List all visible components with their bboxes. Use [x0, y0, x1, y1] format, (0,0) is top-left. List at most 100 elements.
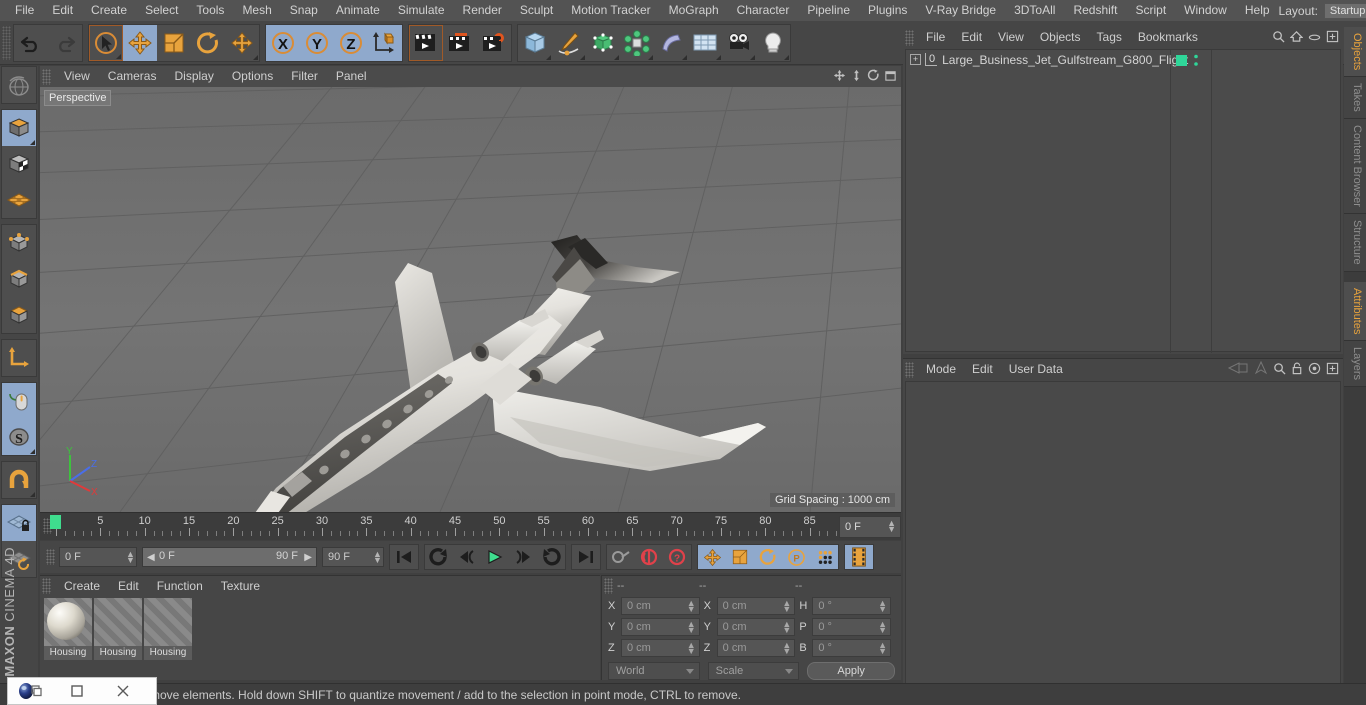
point-mode-button[interactable] [2, 225, 36, 261]
rotate-view-icon[interactable] [867, 69, 880, 85]
material-item[interactable]: Housing [94, 598, 142, 660]
model-mode-button[interactable] [2, 110, 36, 146]
restore-window-button[interactable] [8, 678, 54, 704]
menu-item-file[interactable]: File [6, 0, 43, 21]
layout-dropdown[interactable]: Startup [1323, 2, 1366, 19]
scale-tool-button[interactable] [157, 24, 191, 61]
material-item[interactable]: Housing [144, 598, 192, 660]
eye-icon[interactable] [1308, 30, 1321, 46]
spinner-icon[interactable]: ▲ ▼ [687, 599, 696, 614]
attribute-grip[interactable] [905, 361, 914, 378]
rotate-tool-button[interactable] [191, 24, 225, 61]
material-item[interactable]: Housing [44, 598, 92, 660]
menu-item-mesh[interactable]: Mesh [233, 0, 280, 21]
y-axis-lock-button[interactable]: Y [300, 24, 334, 61]
attribute-menu-edit[interactable]: Edit [964, 359, 1001, 380]
menu-item-v-ray-bridge[interactable]: V-Ray Bridge [916, 0, 1005, 21]
next-icon[interactable] [1254, 360, 1268, 378]
texture-mode-button[interactable] [2, 146, 36, 182]
spinner-icon[interactable]: ▲ ▼ [126, 550, 135, 565]
go-to-start-button[interactable] [390, 545, 418, 569]
coord-pos-input[interactable]: 0 cm ▲ ▼ [621, 639, 700, 657]
key-rotation-button[interactable] [754, 545, 782, 569]
menu-item-character[interactable]: Character [728, 0, 799, 21]
menu-item-create[interactable]: Create [82, 0, 136, 21]
menu-item-animate[interactable]: Animate [327, 0, 389, 21]
spinner-icon[interactable]: ▲ ▼ [878, 641, 887, 656]
enable-snap-button[interactable]: S [2, 419, 36, 455]
object-menu-edit[interactable]: Edit [953, 27, 990, 48]
prev-icon[interactable] [1227, 361, 1249, 378]
move-tool-button[interactable] [123, 24, 157, 61]
coord-rot-input[interactable]: 0 ° ▲ ▼ [812, 618, 892, 636]
menu-item-window[interactable]: Window [1175, 0, 1236, 21]
viewport-menu-view[interactable]: View [55, 66, 99, 87]
timeline-ruler-bar[interactable]: 051015202530354045505560657075808590 0 F… [40, 512, 901, 540]
record-active-objects-button[interactable] [607, 545, 635, 569]
menu-item-motion-tracker[interactable]: Motion Tracker [562, 0, 659, 21]
search-icon[interactable] [1273, 362, 1286, 378]
make-editable-button[interactable] [2, 67, 36, 103]
object-menu-view[interactable]: View [990, 27, 1032, 48]
tab-attributes[interactable]: Attributes [1344, 281, 1366, 342]
range-left-arrow-icon[interactable]: ◀ [147, 552, 155, 563]
viewport-menu-options[interactable]: Options [223, 66, 282, 87]
material-menu-edit[interactable]: Edit [109, 576, 148, 596]
coordinate-grip[interactable] [604, 578, 613, 594]
autokey-button[interactable] [635, 545, 663, 569]
transport-grip[interactable] [46, 549, 55, 565]
lock-icon[interactable] [1291, 362, 1303, 378]
viewport-menu-display[interactable]: Display [165, 66, 222, 87]
viewport-menu-panel[interactable]: Panel [327, 66, 376, 87]
spinner-icon[interactable]: ▲ ▼ [782, 641, 791, 656]
axis-modify-button[interactable] [2, 340, 36, 376]
render-settings-button[interactable] [477, 24, 511, 61]
coordinate-system-dropdown[interactable]: World [608, 662, 700, 680]
coord-size-input[interactable]: 0 cm ▲ ▼ [716, 639, 796, 657]
lock-workplane-button[interactable] [2, 505, 36, 541]
undo-button[interactable] [14, 24, 48, 61]
tab-objects[interactable]: Objects [1344, 27, 1366, 78]
coord-size-input[interactable]: 0 cm ▲ ▼ [716, 618, 796, 636]
toolbar-grip[interactable] [2, 25, 11, 60]
menu-item-render[interactable]: Render [454, 0, 511, 21]
menu-item-tools[interactable]: Tools [187, 0, 233, 21]
spinner-icon[interactable]: ▲ ▼ [878, 620, 887, 635]
play-reverse-loop-button[interactable] [425, 545, 453, 569]
keyframe-selection-button[interactable]: ? [663, 545, 691, 569]
material-thumbnail[interactable] [94, 598, 142, 646]
step-back-button[interactable] [453, 545, 481, 569]
apply-button[interactable]: Apply [807, 662, 895, 680]
zoom-view-icon[interactable] [850, 69, 863, 85]
attribute-menu-user-data[interactable]: User Data [1001, 359, 1071, 380]
spinner-icon[interactable]: ▲ ▼ [687, 641, 696, 656]
menu-item-script[interactable]: Script [1126, 0, 1175, 21]
material-menu-texture[interactable]: Texture [212, 576, 269, 596]
current-frame-input[interactable]: 0 F ▲ ▼ [59, 547, 137, 567]
go-to-end-button[interactable] [572, 545, 600, 569]
redo-button[interactable] [48, 24, 82, 61]
viewport-menu-cameras[interactable]: Cameras [99, 66, 166, 87]
spinner-icon[interactable]: ▲ ▼ [687, 620, 696, 635]
menu-item-select[interactable]: Select [136, 0, 187, 21]
object-row[interactable]: +0 Large_Business_Jet_Gulfstream_G800_Fli… [906, 50, 1340, 69]
polygon-mode-button[interactable] [2, 297, 36, 333]
live-selection-button[interactable] [89, 24, 123, 61]
tab-takes[interactable]: Takes [1344, 77, 1366, 120]
x-axis-lock-button[interactable]: X [266, 24, 300, 61]
menu-item-edit[interactable]: Edit [43, 0, 82, 21]
home-icon[interactable] [1289, 30, 1304, 46]
spinner-icon[interactable]: ▲ ▼ [782, 599, 791, 614]
menu-item-help[interactable]: Help [1236, 0, 1279, 21]
material-menu-create[interactable]: Create [55, 576, 109, 596]
tab-layers[interactable]: Layers [1344, 341, 1366, 388]
search-icon[interactable] [1272, 30, 1285, 46]
material-thumbnail[interactable] [144, 598, 192, 646]
edge-mode-button[interactable] [2, 261, 36, 297]
step-forward-button[interactable] [509, 545, 537, 569]
coordinate-mode-dropdown[interactable]: Scale [707, 662, 800, 680]
tab-content-browser[interactable]: Content Browser [1344, 119, 1366, 214]
loop-button[interactable] [537, 545, 565, 569]
menu-item-mograph[interactable]: MoGraph [660, 0, 728, 21]
world-coordinate-button[interactable] [368, 24, 402, 61]
